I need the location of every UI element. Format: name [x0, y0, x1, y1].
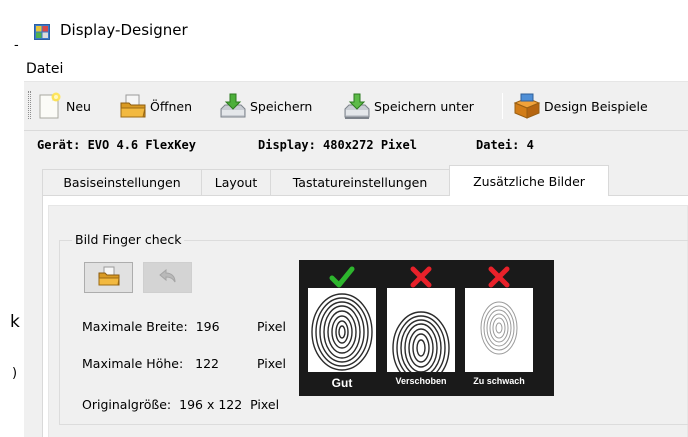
preview-item-zu-schwach: Zu schwach [464, 260, 534, 396]
design-examples-button-label: Design Beispiele [544, 98, 648, 114]
device-info-bar: Gerät: EVO 4.6 FlexKey Display: 480x272 … [24, 135, 688, 157]
menu-bar: Datei [24, 56, 688, 82]
max-height-row: Maximale Höhe: 122 [82, 356, 219, 371]
preview-caption: Gut [331, 376, 353, 390]
max-height-unit: Pixel [257, 356, 286, 371]
original-size-label: Originalgröße: [82, 397, 172, 412]
menu-datei[interactable]: Datei [26, 61, 63, 77]
max-width-unit: Pixel [257, 319, 286, 334]
tab-basiseinstellungen[interactable]: Basiseinstellungen [42, 169, 202, 195]
toolbar-grip[interactable] [28, 91, 31, 119]
toolbar: Neu Öffnen Speichern Speichern unter Des… [24, 83, 688, 131]
tab-bar: Basiseinstellungen Layout Tastatureinste… [24, 165, 688, 196]
save-as-disk-icon [342, 91, 372, 121]
max-width-row: Maximale Breite: 196 [82, 319, 220, 334]
undo-image-button[interactable] [143, 262, 192, 293]
fingerprint-image [465, 288, 533, 372]
open-image-button[interactable] [84, 262, 133, 293]
max-width-label: Maximale Breite: [82, 319, 188, 334]
preview-item-verschoben: Verschoben [386, 260, 456, 396]
new-file-icon [34, 91, 64, 121]
max-height-label: Maximale Höhe: [82, 356, 184, 371]
save-button[interactable]: Speichern [218, 88, 312, 124]
red-cross-icon [408, 265, 434, 289]
fingerprint-image [308, 288, 376, 372]
save-button-label: Speichern [250, 98, 313, 114]
group-title: Bild Finger check [72, 232, 185, 247]
red-cross-icon [486, 265, 512, 289]
save-as-button[interactable]: Speichern unter [342, 88, 474, 124]
save-disk-icon [218, 91, 248, 121]
original-size-unit: Pixel [250, 397, 280, 412]
display-info: Display: 480x272 Pixel [258, 138, 417, 152]
preview-item-gut: Gut [307, 260, 377, 396]
background-text-fragment: k [10, 312, 20, 332]
original-size-value: 196 x 122 [179, 397, 243, 412]
green-checkmark-icon [329, 265, 355, 289]
open-button[interactable]: Öffnen [118, 88, 192, 124]
preview-caption: Verschoben [395, 376, 447, 386]
tab-layout[interactable]: Layout [201, 169, 271, 195]
original-size-row: Originalgröße: 196 x 122 Pixel [82, 397, 279, 412]
fingerprint-image [387, 288, 455, 372]
max-width-value: 196 [195, 319, 220, 334]
max-height-value: 122 [195, 356, 220, 371]
finger-check-preview: Gut Verschoben Zu schwach [299, 260, 554, 396]
open-button-label: Öffnen [150, 98, 192, 114]
save-as-button-label: Speichern unter [374, 98, 474, 114]
app-grid-icon [34, 24, 50, 40]
app-window: Display-Designer Datei Neu Öffnen Speich… [24, 0, 688, 437]
device-info: Gerät: EVO 4.6 FlexKey [37, 138, 196, 152]
file-info: Datei: 4 [476, 138, 534, 152]
window-title: Display-Designer [60, 21, 188, 39]
design-examples-button[interactable]: Design Beispiele [512, 88, 648, 124]
open-folder-icon [98, 266, 120, 289]
open-folder-icon [118, 91, 148, 121]
new-button[interactable]: Neu [34, 88, 91, 124]
tab-zusaetzliche-bilder[interactable]: Zusätzliche Bilder [449, 165, 609, 196]
new-button-label: Neu [66, 98, 91, 114]
background-text-fragment: ) [12, 366, 18, 381]
background-text-fragment: - [14, 38, 19, 53]
title-bar[interactable]: Display-Designer [24, 0, 688, 56]
design-examples-box-icon [512, 91, 542, 121]
undo-arrow-icon [158, 267, 178, 288]
toolbar-separator [502, 93, 503, 119]
background-window-edge: - k ) [0, 0, 24, 437]
preview-caption: Zu schwach [473, 376, 525, 386]
tab-tastatureinstellungen[interactable]: Tastatureinstellungen [270, 169, 450, 195]
